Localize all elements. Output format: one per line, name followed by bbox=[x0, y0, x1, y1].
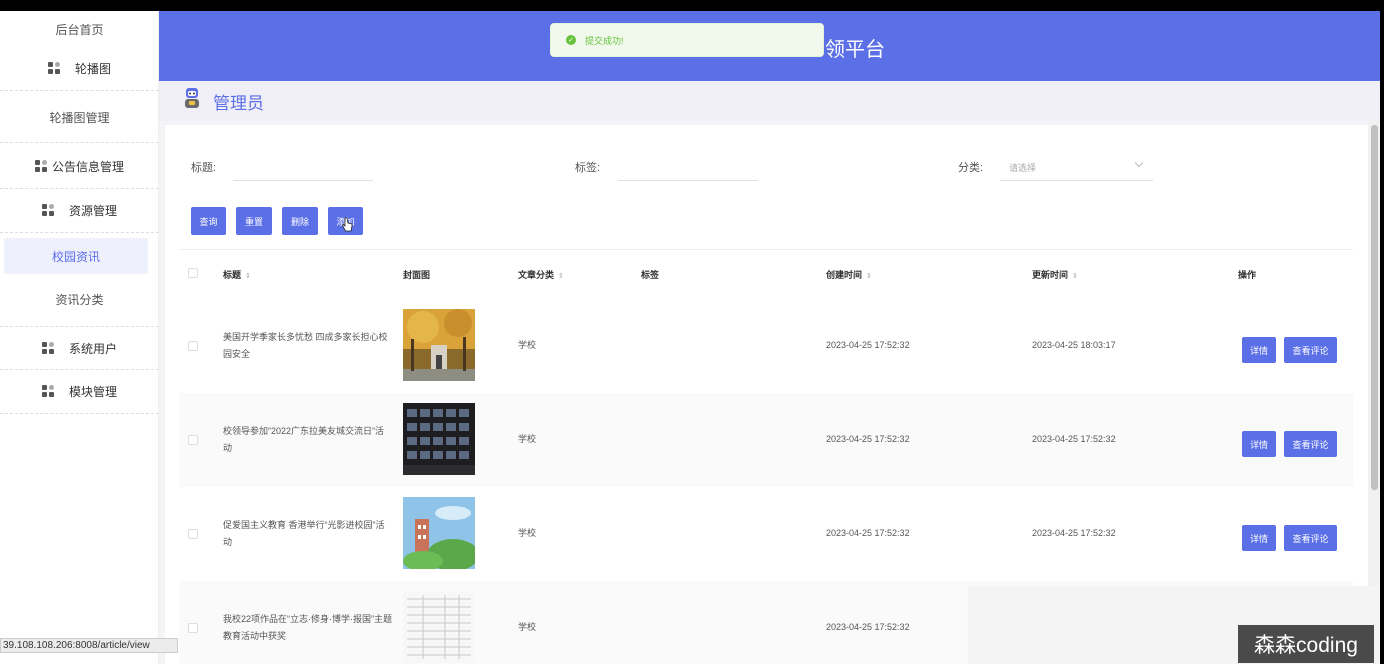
content-panel: 标题: 标签: 分类: 请选择 查询 重置 删除 添加 标题⇕ 封面图 文章分类… bbox=[165, 125, 1368, 664]
tag-filter-label: 标签: bbox=[575, 162, 601, 174]
column-header-created[interactable]: 创建时间 ⇕ bbox=[826, 268, 872, 281]
table-row: 校领导参加“2022广东拉美友城交流日”活动 学校 2023-04-25 17:… bbox=[179, 393, 1353, 487]
role-label: 管理员 bbox=[213, 94, 264, 113]
row-checkbox[interactable] bbox=[188, 623, 198, 633]
category-select-underline bbox=[1000, 180, 1153, 181]
row-updated: 2023-04-25 18:03:17 bbox=[1032, 340, 1116, 350]
row-updated: 2023-04-25 17:52:32 bbox=[1032, 528, 1116, 538]
page-title: 领平台 bbox=[825, 39, 885, 61]
sidebar-item-label: 公告信息管理 bbox=[51, 160, 124, 174]
row-checkbox[interactable] bbox=[188, 529, 198, 539]
success-toast: ✓ 提交成功! bbox=[550, 23, 824, 57]
category-select[interactable]: 请选择 bbox=[1009, 161, 1036, 174]
check-circle-icon: ✓ bbox=[566, 35, 576, 45]
sidebar-item-label: 轮播图管理 bbox=[49, 111, 110, 125]
row-title: 美国开学季家长多忧愁 四成多家长担心校园安全 bbox=[223, 332, 388, 359]
grid-icon bbox=[34, 160, 48, 173]
sidebar-item-label: 校园资讯 bbox=[51, 249, 100, 264]
cover-image[interactable] bbox=[403, 591, 475, 663]
title-filter-input[interactable] bbox=[233, 180, 373, 181]
row-created: 2023-04-25 17:52:32 bbox=[826, 622, 910, 632]
status-bar-url: 39.108.108.206:8008/article/view bbox=[0, 638, 178, 653]
hand-cursor-icon bbox=[342, 217, 353, 232]
sidebar-item-home[interactable]: 后台首页 bbox=[0, 11, 159, 47]
column-header-category[interactable]: 文章分类 ⇕ bbox=[518, 268, 564, 281]
main-content: 标题: 标签: 分类: 请选择 查询 重置 删除 添加 标题⇕ 封面图 文章分类… bbox=[159, 121, 1380, 664]
row-category: 学校 bbox=[518, 434, 537, 444]
row-title: 我校22项作品在“立志·修身·博学·报国”主题教育活动中获奖 bbox=[223, 614, 392, 641]
detail-button[interactable]: 详情 bbox=[1242, 525, 1276, 551]
sidebar-item-modules[interactable]: 模块管理 bbox=[0, 370, 159, 414]
reset-button[interactable]: 重置 bbox=[236, 207, 272, 235]
role-bar: 管理员 bbox=[159, 81, 1380, 121]
view-comments-button[interactable]: 查看评论 bbox=[1284, 525, 1337, 551]
table-row: 美国开学季家长多忧愁 四成多家长担心校园安全 学校 2023-04-25 17:… bbox=[179, 299, 1353, 393]
row-category: 学校 bbox=[518, 528, 537, 538]
grid-icon bbox=[41, 341, 55, 355]
sidebar-item-label: 轮播图 bbox=[74, 62, 111, 76]
row-title: 校领导参加“2022广东拉美友城交流日”活动 bbox=[223, 426, 385, 453]
row-title: 促爱国主义教育 香港举行“光影进校园”活动 bbox=[223, 520, 385, 547]
sort-icon: ⇕ bbox=[1072, 273, 1078, 280]
sort-icon: ⇕ bbox=[245, 273, 251, 280]
sidebar-item-system-users[interactable]: 系统用户 bbox=[0, 326, 159, 370]
sidebar-item-campus-news[interactable]: 校园资讯 bbox=[4, 238, 148, 274]
row-created: 2023-04-25 17:52:32 bbox=[826, 340, 910, 350]
row-checkbox[interactable] bbox=[188, 435, 198, 445]
sidebar-item-carousel[interactable]: 轮播图 bbox=[0, 47, 159, 91]
chevron-down-icon bbox=[1134, 158, 1144, 168]
sidebar-item-news-category[interactable]: 资讯分类 bbox=[0, 277, 159, 321]
sort-icon: ⇕ bbox=[558, 273, 564, 280]
grid-icon bbox=[47, 62, 61, 75]
cover-image[interactable] bbox=[403, 497, 475, 569]
table-row: 促爱国主义教育 香港举行“光影进校园”活动 学校 2023-04-25 17:5… bbox=[179, 487, 1353, 581]
sidebar-item-notice[interactable]: 公告信息管理 bbox=[0, 145, 159, 189]
select-all-checkbox[interactable] bbox=[188, 268, 198, 278]
view-comments-button[interactable]: 查看评论 bbox=[1284, 431, 1337, 457]
tag-filter-input[interactable] bbox=[618, 180, 758, 181]
column-header-tag: 标签 bbox=[641, 270, 660, 280]
top-header: ✓ 提交成功! 领平台 bbox=[159, 11, 1380, 81]
column-header-updated[interactable]: 更新时间 ⇕ bbox=[1032, 268, 1078, 281]
row-category: 学校 bbox=[518, 340, 537, 350]
sidebar: 后台首页 轮播图 轮播图管理 公告信息管理 资源管理 校园资讯 资讯分类 系统用… bbox=[0, 11, 159, 664]
title-filter-label: 标题: bbox=[191, 162, 217, 174]
column-header-actions: 操作 bbox=[1238, 270, 1257, 280]
watermark: 森森coding bbox=[1238, 625, 1374, 663]
app-frame: 后台首页 轮播图 轮播图管理 公告信息管理 资源管理 校园资讯 资讯分类 系统用… bbox=[0, 11, 1380, 664]
sort-icon: ⇕ bbox=[866, 273, 872, 280]
sidebar-item-label: 资讯分类 bbox=[55, 292, 104, 307]
scrollbar-thumb[interactable] bbox=[1371, 125, 1378, 490]
column-header-title[interactable]: 标题 ⇕ bbox=[223, 268, 251, 281]
grid-icon bbox=[41, 385, 55, 398]
row-created: 2023-04-25 17:52:32 bbox=[826, 528, 910, 538]
grid-icon bbox=[41, 204, 55, 217]
robot-avatar-icon bbox=[185, 88, 199, 108]
toast-message: 提交成功! bbox=[585, 35, 624, 46]
row-category: 学校 bbox=[518, 622, 537, 632]
row-created: 2023-04-25 17:52:32 bbox=[826, 434, 910, 444]
delete-button[interactable]: 删除 bbox=[282, 207, 318, 235]
table-header: 标题 ⇕ 封面图 文章分类 ⇕ 标签 创建时间 ⇕ 更新时间 ⇕ 操作 bbox=[179, 249, 1353, 299]
query-button[interactable]: 查询 bbox=[191, 207, 226, 235]
cover-image[interactable] bbox=[403, 309, 475, 381]
column-header-cover: 封面图 bbox=[403, 270, 431, 280]
vertical-scrollbar[interactable] bbox=[1368, 121, 1380, 664]
row-updated: 2023-04-25 17:52:32 bbox=[1032, 434, 1116, 444]
sidebar-item-label: 后台首页 bbox=[55, 22, 104, 37]
sidebar-item-carousel-manage[interactable]: 轮播图管理 bbox=[0, 93, 159, 143]
detail-button[interactable]: 详情 bbox=[1242, 431, 1276, 457]
sidebar-item-label: 系统用户 bbox=[68, 341, 117, 356]
cover-image[interactable] bbox=[403, 403, 475, 475]
row-checkbox[interactable] bbox=[188, 341, 198, 351]
view-comments-button[interactable]: 查看评论 bbox=[1284, 337, 1337, 363]
category-filter-label: 分类: bbox=[958, 162, 984, 174]
detail-button[interactable]: 详情 bbox=[1242, 337, 1276, 363]
sidebar-item-label: 资源管理 bbox=[68, 204, 117, 218]
sidebar-item-resources[interactable]: 资源管理 bbox=[0, 189, 159, 233]
sidebar-item-label: 模块管理 bbox=[68, 385, 117, 399]
